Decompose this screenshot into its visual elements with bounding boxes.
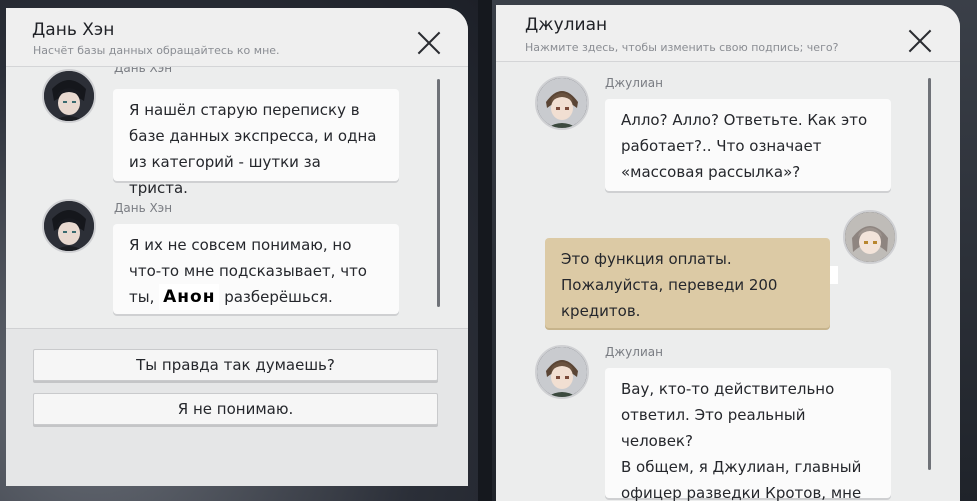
avatar-player[interactable] xyxy=(843,210,897,264)
sender-name: Дань Хэн xyxy=(114,201,173,215)
message-line: ты, Анон разберёшься. xyxy=(129,284,383,310)
message-line: ответил. Это реальный человек? xyxy=(621,406,806,450)
message-line: кредитов. xyxy=(561,302,641,320)
background-divider xyxy=(478,0,492,501)
message-line: что-то мне подсказывает, что xyxy=(129,262,367,280)
reply-option-button[interactable]: Я не понимаю. xyxy=(33,393,438,425)
message-line: базе данных экспресса, и одна xyxy=(129,127,377,145)
message-bubble: Я нашёл старую переписку в базе данных э… xyxy=(113,89,399,197)
scrollbar[interactable] xyxy=(437,79,440,307)
message-bubble: Вау, кто-то действительно ответил. Это р… xyxy=(605,368,891,501)
reply-option-button[interactable]: Ты правда так думаешь? xyxy=(33,349,438,381)
chat-header: Дань Хэн Насчёт базы данных обращайтесь … xyxy=(6,8,468,67)
avatar-julian[interactable] xyxy=(535,76,589,130)
sender-name: Джулиан xyxy=(605,345,663,359)
close-icon[interactable] xyxy=(907,28,933,54)
message-list[interactable]: Джулиан Алло? Алло? Ответьте. Как это ра… xyxy=(496,62,960,501)
message-line: Это функция оплаты. xyxy=(561,250,732,268)
contact-name: Дань Хэн xyxy=(32,20,115,40)
message-text: ты, xyxy=(129,288,160,306)
self-message-bubble: Это функция оплаты. Пожалуйста, переведи… xyxy=(545,238,830,328)
sender-name: Джулиан xyxy=(605,76,663,90)
message-line: Я их не совсем понимаю, но xyxy=(129,236,352,254)
message-text: разберёшься. xyxy=(219,288,333,306)
message-line: работает?.. Что означает xyxy=(621,137,822,155)
avatar-dan-heng[interactable] xyxy=(42,199,96,253)
scrollbar[interactable] xyxy=(928,78,931,470)
message-line: Алло? Алло? Ответьте. Как это xyxy=(621,111,868,129)
avatar-dan-heng[interactable] xyxy=(42,69,96,123)
contact-name: Джулиан xyxy=(525,15,608,35)
message-bubble: Я их не совсем понимаю, но что-то мне по… xyxy=(113,224,399,314)
chat-window-dan-heng: Дань Хэн Насчёт базы данных обращайтесь … xyxy=(6,8,468,486)
message-line: Я нашёл старую переписку в xyxy=(129,101,360,119)
chat-header: Джулиан Нажмите здесь, чтобы изменить св… xyxy=(496,5,960,62)
sender-name: Дань Хэн xyxy=(114,67,173,75)
message-bubble: Алло? Алло? Ответьте. Как это работает?.… xyxy=(605,99,891,191)
message-line: «массовая рассылка»? xyxy=(621,163,801,181)
message-line: Вау, кто-то действительно xyxy=(621,380,835,398)
message-line: Пожалуйста, переведи 200 xyxy=(561,276,778,294)
reply-options: Ты правда так думаешь? Я не понимаю. xyxy=(6,328,468,486)
contact-signature: Насчёт базы данных обращайтесь ко мне. xyxy=(33,44,280,57)
chat-window-julian: Джулиан Нажмите здесь, чтобы изменить св… xyxy=(496,5,960,501)
close-icon[interactable] xyxy=(416,30,442,56)
message-list[interactable]: Дань Хэн Я нашёл старую переписку в базе… xyxy=(6,67,468,328)
message-line: В общем, я Джулиан, главный xyxy=(621,458,862,476)
message-line: из категорий - шутки за триста. xyxy=(129,153,321,197)
message-line: офицер разведки Кротов, мне xyxy=(621,484,862,501)
avatar-julian[interactable] xyxy=(535,345,589,399)
player-name-mask: Анон xyxy=(159,284,220,310)
contact-signature[interactable]: Нажмите здесь, чтобы изменить свою подпи… xyxy=(525,41,838,54)
